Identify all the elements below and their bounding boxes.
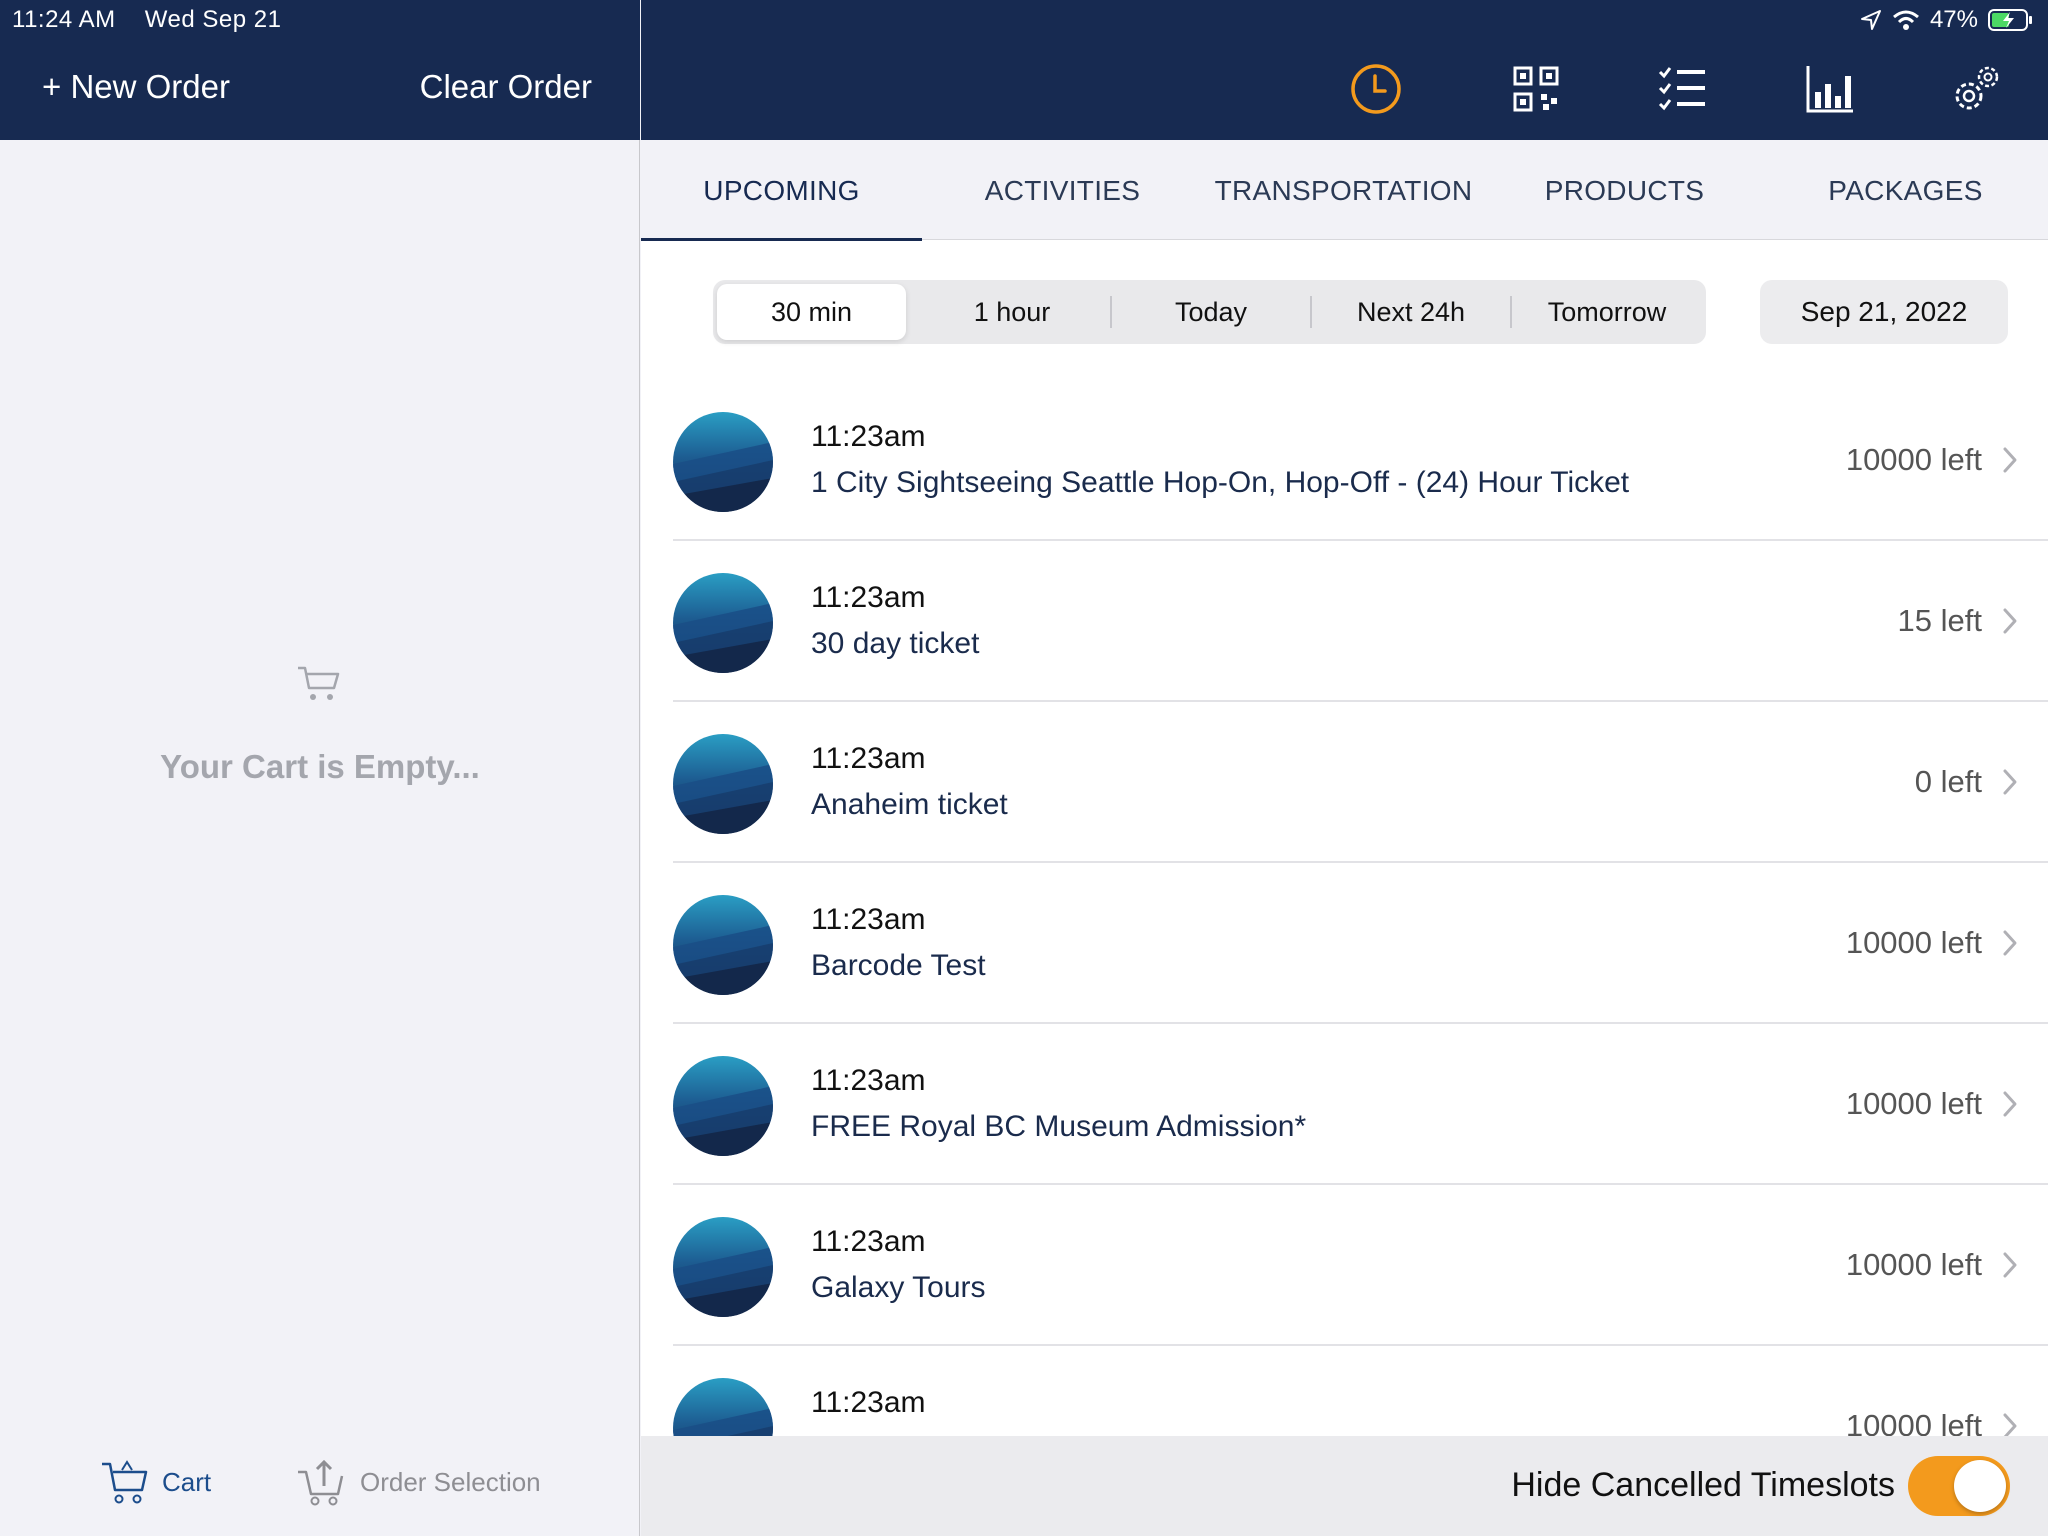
tab-upcoming[interactable]: UPCOMING bbox=[641, 140, 922, 241]
chevron-right-icon bbox=[2003, 930, 2017, 956]
hide-cancelled-label: Hide Cancelled Timeslots bbox=[1511, 1466, 1895, 1504]
timeslot-time: 11:23am bbox=[811, 581, 926, 614]
segment-30-min[interactable]: 30 min bbox=[717, 284, 906, 340]
timeslot-name: Anaheim ticket bbox=[811, 788, 1008, 821]
tab-products[interactable]: PRODUCTS bbox=[1484, 140, 1765, 240]
main-pane: 47% UPCOMING ACTIVITIES TRANSPORTATION P… bbox=[641, 0, 2048, 1536]
category-tabs: UPCOMING ACTIVITIES TRANSPORTATION PRODU… bbox=[641, 140, 2048, 241]
cart-upload-icon bbox=[298, 1459, 344, 1506]
timeslot-name: 30 day ticket bbox=[811, 627, 980, 660]
chevron-right-icon bbox=[2003, 608, 2017, 634]
segment-next-24h[interactable]: Next 24h bbox=[1312, 284, 1510, 340]
toggle-knob bbox=[1954, 1460, 2006, 1512]
segment-1-hour[interactable]: 1 hour bbox=[914, 284, 1110, 340]
qr-code-icon[interactable] bbox=[1509, 62, 1563, 116]
timeslot-time: 11:23am bbox=[811, 420, 926, 453]
hide-cancelled-toggle[interactable] bbox=[1908, 1456, 2010, 1516]
tab-packages[interactable]: PACKAGES bbox=[1765, 140, 2046, 240]
tab-activities[interactable]: ACTIVITIES bbox=[922, 140, 1203, 240]
activity-thumbnail bbox=[673, 573, 773, 673]
right-header: 47% bbox=[641, 0, 2048, 140]
checklist-icon[interactable] bbox=[1655, 62, 1709, 116]
timeslot-row[interactable]: 11:23am FREE Royal BC Museum Admission* 10… bbox=[673, 1024, 2048, 1185]
timeslot-remaining: 0 left bbox=[1914, 764, 1982, 799]
activity-thumbnail bbox=[673, 734, 773, 834]
cart-pane: 11:24 AM Wed Sep 21 + New Order Clear Or… bbox=[0, 0, 640, 1536]
status-time: 11:24 AM bbox=[12, 6, 116, 33]
status-bar-right: 47% bbox=[1850, 6, 2034, 34]
bar-chart-icon[interactable] bbox=[1803, 62, 1857, 116]
timeslot-remaining: 10000 left bbox=[1845, 1086, 1982, 1121]
timeslot-time: 11:23am bbox=[811, 903, 926, 936]
timeslot-row[interactable]: 11:23am 1 City Sightseeing Seattle Hop-On… bbox=[673, 380, 2048, 541]
footer-bar: Hide Cancelled Timeslots bbox=[641, 1436, 2048, 1536]
chevron-right-icon bbox=[2003, 1413, 2017, 1436]
battery-charging-icon bbox=[1988, 9, 2032, 31]
settings-icon[interactable] bbox=[1949, 62, 2003, 116]
activity-thumbnail bbox=[673, 895, 773, 995]
chevron-right-icon bbox=[2003, 1252, 2017, 1278]
wifi-icon bbox=[1892, 10, 1919, 30]
timeslot-name: Galaxy Tours bbox=[811, 1271, 986, 1304]
timeslot-row[interactable]: 11:23am 10000 left bbox=[673, 1346, 2048, 1436]
empty-cart-message: Your Cart is Empty... bbox=[160, 748, 480, 785]
timeslot-name: 1 City Sightseeing Seattle Hop-On, Hop-O… bbox=[811, 466, 1630, 499]
bottom-nav: Cart Order Selection bbox=[0, 1430, 640, 1536]
tab-transportation[interactable]: TRANSPORTATION bbox=[1203, 140, 1484, 240]
timeslot-time: 11:23am bbox=[811, 1386, 926, 1419]
chevron-right-icon bbox=[2003, 447, 2017, 473]
timeslot-row[interactable]: 11:23am Barcode Test 10000 left bbox=[673, 863, 2048, 1024]
segment-today[interactable]: Today bbox=[1112, 284, 1310, 340]
left-header: 11:24 AM Wed Sep 21 + New Order Clear Or… bbox=[0, 0, 640, 140]
order-selection-tab[interactable]: Order Selection bbox=[296, 1458, 541, 1506]
timeslot-row[interactable]: 11:23am Galaxy Tours 10000 left bbox=[673, 1185, 2048, 1346]
timeslot-remaining: 10000 left bbox=[1845, 442, 1982, 477]
chevron-right-icon bbox=[2003, 1091, 2017, 1117]
timeslot-name: Barcode Test bbox=[811, 949, 986, 982]
status-bar-left: 11:24 AM Wed Sep 21 bbox=[12, 6, 303, 34]
segment-tomorrow[interactable]: Tomorrow bbox=[1512, 284, 1702, 340]
date-picker-button[interactable]: Sep 21, 2022 bbox=[1760, 280, 2008, 344]
location-arrow-icon bbox=[1860, 10, 1881, 30]
timeslot-time: 11:23am bbox=[811, 742, 926, 775]
timeslot-row[interactable]: 11:23am 30 day ticket 15 left bbox=[673, 541, 2048, 702]
order-selection-tab-label: Order Selection bbox=[360, 1466, 541, 1497]
timeslot-remaining: 10000 left bbox=[1845, 925, 1982, 960]
activity-thumbnail bbox=[673, 412, 773, 512]
clear-order-button[interactable]: Clear Order bbox=[420, 68, 592, 106]
chevron-right-icon bbox=[2003, 769, 2017, 795]
new-order-button[interactable]: + New Order bbox=[42, 68, 230, 106]
timeslot-remaining: 15 left bbox=[1897, 603, 1982, 638]
timeslot-name: FREE Royal BC Museum Admission* bbox=[811, 1110, 1307, 1143]
timeslot-time: 11:23am bbox=[811, 1064, 926, 1097]
timeslot-remaining: 10000 left bbox=[1845, 1247, 1982, 1282]
timeslot-row[interactable]: 11:23am Anaheim ticket 0 left bbox=[673, 702, 2048, 863]
time-range-segmented-control: 30 min 1 hour Today Next 24h Tomorrow bbox=[713, 280, 1706, 344]
clock-icon[interactable] bbox=[1349, 62, 1403, 116]
battery-percent: 47% bbox=[1929, 6, 1978, 33]
activity-thumbnail bbox=[673, 1378, 773, 1436]
activity-thumbnail bbox=[673, 1056, 773, 1156]
cart-tab-label: Cart bbox=[162, 1466, 212, 1497]
timeslot-remaining: 10000 left bbox=[1845, 1408, 1982, 1436]
cart-tab[interactable]: Cart bbox=[100, 1458, 211, 1506]
status-date: Wed Sep 21 bbox=[144, 6, 282, 33]
timeslot-list: 11:23am 1 City Sightseeing Seattle Hop-On… bbox=[641, 380, 2048, 1436]
timeslot-time: 11:23am bbox=[811, 1225, 926, 1258]
cart-icon bbox=[102, 1460, 148, 1504]
activity-thumbnail bbox=[673, 1217, 773, 1317]
cart-icon bbox=[298, 666, 340, 700]
